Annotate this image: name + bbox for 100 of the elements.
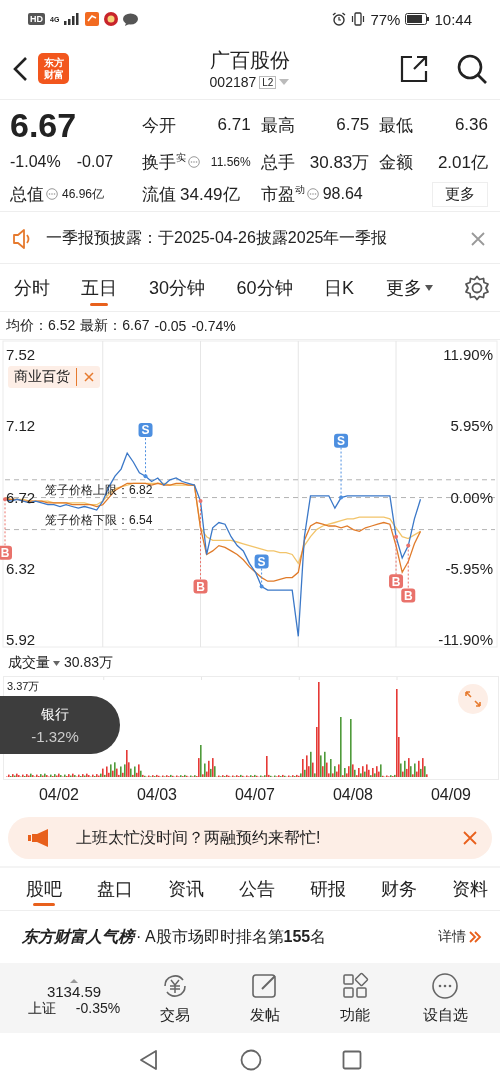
average-price: 均价：6.52 bbox=[6, 316, 76, 335]
caret-icon[interactable] bbox=[424, 284, 433, 291]
grid-icon[interactable] bbox=[340, 971, 370, 1001]
section-tab[interactable]: 公告 bbox=[239, 868, 275, 910]
axis-label: 3.37万 bbox=[7, 679, 40, 694]
vibrate-icon bbox=[351, 12, 366, 26]
axis-label: 11.90% bbox=[443, 346, 493, 364]
change-amount: -0.05 bbox=[154, 317, 187, 334]
sector-tag[interactable]: 商业百货 bbox=[8, 366, 100, 388]
watchlist-button[interactable]: 设自选 bbox=[400, 971, 490, 1025]
change-percent: -1.04% bbox=[10, 153, 61, 171]
stat-label: 最高 bbox=[260, 114, 295, 137]
up-arrow-icon bbox=[70, 978, 78, 983]
stat-value: 2.01亿 bbox=[437, 151, 488, 174]
stat-value: 30.83万 bbox=[309, 151, 370, 174]
date-label: 04/02 bbox=[37, 786, 80, 804]
current-price: 6.67 bbox=[10, 105, 78, 145]
axis-label: 6.32 bbox=[6, 559, 36, 577]
stat-label: 今开 bbox=[142, 114, 176, 137]
sector-change: -1.32% bbox=[31, 727, 79, 745]
axis-label: -11.90% bbox=[438, 630, 493, 648]
stat-value: 98.64 bbox=[322, 185, 363, 203]
back-icon[interactable] bbox=[12, 55, 28, 82]
date-label: 04/08 bbox=[331, 786, 374, 804]
section-tab[interactable]: 资料 bbox=[452, 868, 488, 910]
axis-label: 5.95% bbox=[450, 417, 493, 435]
stat-value: 6.71 bbox=[217, 115, 251, 135]
level-badge: L2 bbox=[259, 75, 277, 89]
ranking-text: · A股市场即时排名第155名 bbox=[136, 926, 328, 947]
more-icon[interactable] bbox=[430, 971, 460, 1001]
functions-button[interactable]: 功能 bbox=[310, 971, 400, 1025]
stat-value: 34.49亿 bbox=[180, 183, 240, 206]
chart-tab[interactable]: 30分钟 bbox=[148, 263, 205, 312]
stock-title: 广百股份 bbox=[209, 48, 290, 73]
more-button[interactable]: 更多 bbox=[432, 181, 488, 207]
axis-label: 7.52 bbox=[6, 346, 36, 364]
axis-label: 0.00% bbox=[450, 488, 493, 506]
index-name: 上证 bbox=[27, 999, 56, 1018]
signal-icon bbox=[64, 13, 81, 25]
section-tab[interactable]: 研报 bbox=[310, 868, 346, 910]
axis-label: -5.95% bbox=[445, 559, 493, 577]
stat-value: 11.56% bbox=[210, 155, 251, 169]
sector-popup[interactable]: 银行 -1.32% bbox=[0, 696, 120, 754]
home-icon[interactable] bbox=[240, 1048, 262, 1071]
price-limit-label: 笼子价格下限：6.54 bbox=[45, 512, 153, 527]
clock: 10:44 bbox=[434, 10, 472, 28]
recents-icon[interactable] bbox=[342, 1049, 362, 1070]
stat-label: 金额 bbox=[379, 151, 414, 174]
caret-icon[interactable] bbox=[53, 660, 60, 666]
section-tab[interactable]: 资讯 bbox=[168, 868, 204, 910]
date-label: 04/07 bbox=[233, 786, 276, 804]
sector-name: 银行 bbox=[41, 705, 69, 724]
notice-text[interactable]: 一季报预披露：于2025-04-26披露2025年一季报 bbox=[46, 228, 458, 249]
chart-tab[interactable]: 60分钟 bbox=[236, 263, 293, 312]
chat-bubble-icon bbox=[123, 12, 139, 26]
stock-code: 002187 bbox=[209, 74, 257, 90]
app-icon bbox=[85, 12, 100, 26]
change-percent: -0.74% bbox=[191, 317, 236, 334]
close-icon[interactable] bbox=[84, 372, 94, 382]
section-tab[interactable]: 财务 bbox=[381, 868, 417, 910]
app-icon bbox=[104, 12, 119, 26]
ad-banner[interactable]: 上班太忙没时间？两融预约来帮忙! bbox=[8, 817, 492, 859]
chart-tab[interactable]: 分时 bbox=[14, 263, 50, 312]
post-button[interactable]: 发帖 bbox=[220, 971, 310, 1025]
stat-label: 流值 bbox=[142, 183, 176, 206]
date-label: 04/03 bbox=[135, 786, 178, 804]
trade-button[interactable]: 交易 bbox=[130, 971, 220, 1025]
section-tab[interactable]: 盘口 bbox=[97, 868, 133, 910]
chart-tab[interactable]: 五日 bbox=[81, 263, 118, 312]
close-icon[interactable] bbox=[470, 230, 486, 247]
details-link[interactable]: 详情 bbox=[438, 928, 466, 946]
search-icon[interactable] bbox=[456, 52, 488, 85]
close-icon[interactable] bbox=[462, 830, 478, 846]
volume-total: 30.83万 bbox=[64, 654, 114, 672]
latest-price: 最新：6.67 bbox=[80, 316, 150, 335]
index-change: -0.35% bbox=[75, 999, 121, 1018]
stat-label: 市盈$^{动}$ bbox=[260, 182, 305, 206]
sector-name: 商业百货 bbox=[14, 368, 77, 386]
double-chevron-icon[interactable] bbox=[468, 930, 482, 944]
stat-value: 6.75 bbox=[336, 115, 370, 135]
stat-label: 最低 bbox=[379, 114, 414, 137]
section-tab[interactable]: 股吧 bbox=[26, 868, 62, 910]
stat-value: 6.36 bbox=[454, 115, 488, 135]
chart-tab[interactable]: 日K bbox=[324, 263, 354, 312]
ad-text: 上班太忙没时间？两融预约来帮忙! bbox=[76, 827, 322, 848]
alarm-icon bbox=[332, 12, 347, 26]
chart-tab[interactable]: 更多 bbox=[385, 263, 433, 312]
battery-percent: 77% bbox=[370, 10, 401, 28]
stat-value: 46.96亿 bbox=[62, 185, 105, 203]
axis-label: 7.12 bbox=[6, 417, 36, 435]
hd-badge: HD bbox=[28, 13, 45, 25]
stat-label: 换手$^{实}$ bbox=[142, 150, 186, 174]
share-icon[interactable] bbox=[400, 54, 428, 83]
settings-icon[interactable] bbox=[464, 274, 490, 301]
date-label: 04/09 bbox=[429, 786, 472, 804]
volume-dropdown[interactable]: 成交量 bbox=[8, 654, 60, 672]
change-amount: -0.07 bbox=[76, 153, 114, 171]
stat-label: 总手 bbox=[260, 151, 295, 174]
index-value: 3134.59 bbox=[46, 982, 102, 1000]
axis-label: 5.92 bbox=[6, 630, 36, 648]
